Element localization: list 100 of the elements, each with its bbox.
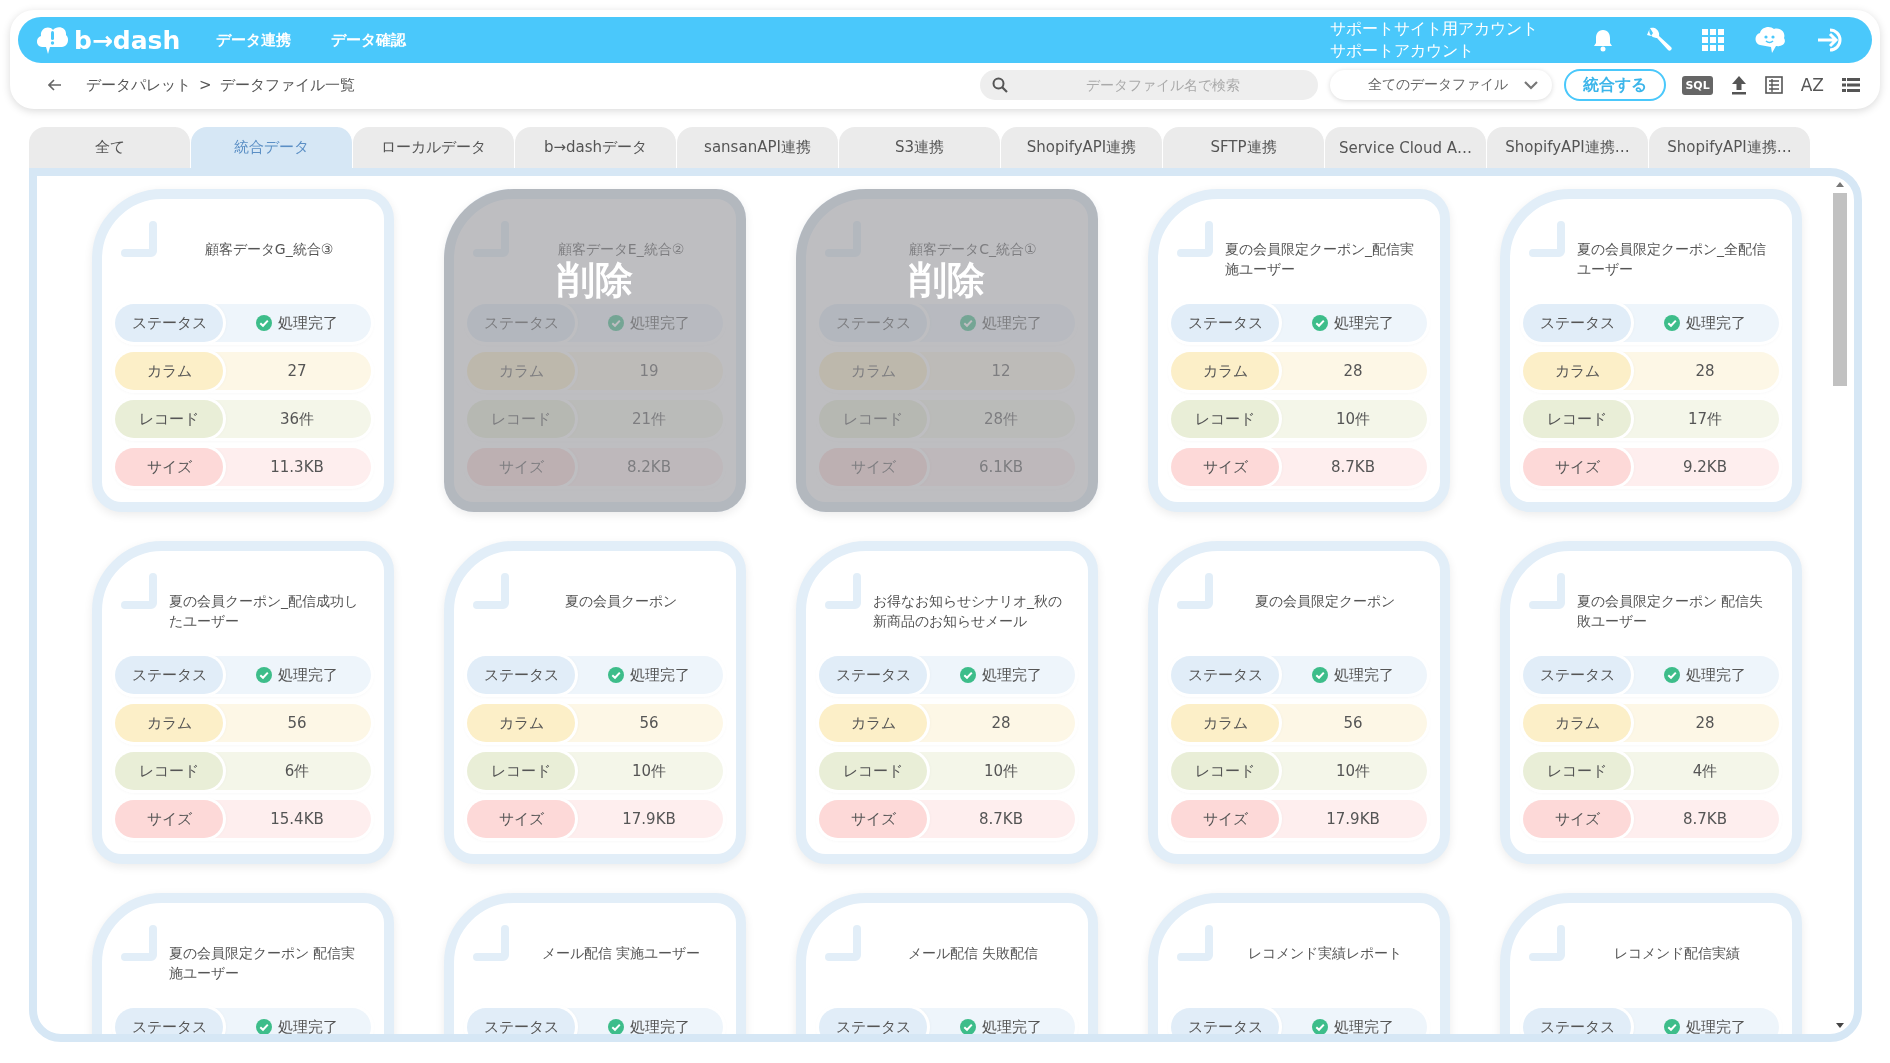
stat-label: レコード	[819, 752, 927, 790]
stat-value: 処理完了	[278, 313, 338, 333]
stat-value: 8.7KB	[1331, 458, 1375, 476]
stat-value: 10件	[1335, 761, 1371, 781]
stat-label: レコード	[819, 400, 927, 438]
check-circle-icon	[1312, 667, 1328, 683]
stat-label: サイズ	[1523, 448, 1631, 486]
breadcrumb-link[interactable]: データパレット	[86, 75, 191, 95]
back-arrow-icon[interactable]	[48, 79, 62, 91]
stat-value: 8.7KB	[1683, 810, 1727, 828]
upload-icon[interactable]	[1730, 75, 1747, 95]
stat-value: 28	[991, 714, 1011, 732]
stat-label: カラム	[1171, 704, 1279, 742]
stat-label: サイズ	[467, 800, 575, 838]
check-circle-icon	[256, 667, 272, 683]
tab[interactable]: S3連携	[839, 127, 1001, 168]
stat-label: レコード	[467, 752, 575, 790]
stat-value: 56	[639, 714, 659, 732]
file-card[interactable]: 夏の会員クーポン_配信成功したユーザー ステータス 処理完了 カラム 56 レコード 6件 サイズ 15.4KB	[92, 541, 394, 864]
search-icon	[992, 77, 1009, 93]
filter-dropdown[interactable]: 全てのデータファイル	[1330, 70, 1553, 100]
page-corner-icon	[121, 925, 159, 963]
sort-button[interactable]: AZ	[1800, 75, 1824, 95]
tab[interactable]: b→dashデータ	[515, 127, 677, 168]
tab[interactable]: Service Cloud A…	[1325, 127, 1487, 168]
stat-value: 処理完了	[982, 665, 1042, 685]
stat-value: 処理完了	[630, 313, 690, 333]
file-card[interactable]: 顧客データG_統合③ ステータス 処理完了 カラム 27 レコード 36件 サイズ 11.3KB	[92, 189, 394, 512]
stat-label: カラム	[1171, 352, 1279, 390]
check-circle-icon	[608, 667, 624, 683]
file-title: レコメンド実績レポート	[1248, 944, 1402, 963]
scroll-up-arrow-icon[interactable]	[1836, 182, 1844, 187]
check-circle-icon	[960, 667, 976, 683]
page-corner-icon	[1177, 221, 1215, 259]
tab[interactable]: ShopifyAPI連携…	[1487, 127, 1649, 168]
stat-label: カラム	[115, 352, 223, 390]
stat-value: 9.2KB	[1683, 458, 1727, 476]
tab[interactable]: sansanAPI連携	[677, 127, 839, 168]
stat-value: 36件	[279, 409, 315, 429]
stat-value: 処理完了	[1334, 313, 1394, 333]
stat-label: カラム	[1523, 352, 1631, 390]
file-card[interactable]: メール配信 失敗配信 ステータス 処理完了	[796, 893, 1098, 1034]
page-corner-icon	[1177, 925, 1215, 963]
stat-label: サイズ	[1523, 800, 1631, 838]
file-card[interactable]: 夏の会員クーポン ステータス 処理完了 カラム 56 レコード 10件 サイズ 17.9KB	[444, 541, 746, 864]
file-card[interactable]: 夏の会員限定クーポン 配信失敗ユーザー ステータス 処理完了 カラム 28 レコード 4件 サイズ 8.7KB	[1500, 541, 1802, 864]
check-circle-icon	[960, 315, 976, 331]
stat-value: 15.4KB	[270, 810, 324, 828]
file-card[interactable]: 夏の会員限定クーポン ステータス 処理完了 カラム 56 レコード 10件 サイズ 17.9KB	[1148, 541, 1450, 864]
file-card[interactable]: お得なお知らせシナリオ_秋の新商品のお知らせメール ステータス 処理完了 カラム 28 レコード 10件 サイズ 8.7KB	[796, 541, 1098, 864]
stat-label: ステータス	[819, 1008, 927, 1034]
file-title: 夏の会員限定クーポン 配信失敗ユーザー	[1577, 592, 1765, 631]
file-card[interactable]: 夏の会員限定クーポン_全配信ユーザー ステータス 処理完了 カラム 28 レコード 17件 サイズ 9.2KB	[1500, 189, 1802, 512]
stat-value: 処理完了	[278, 665, 338, 685]
tab[interactable]: ShopifyAPI連携…	[1649, 127, 1811, 168]
page-corner-icon	[473, 925, 511, 963]
file-card[interactable]: レコメンド配信実績 ステータス 処理完了	[1500, 893, 1802, 1034]
stat-value: 処理完了	[1334, 1017, 1394, 1034]
stat-value: 21件	[631, 409, 667, 429]
deleted-label: 削除	[557, 260, 633, 300]
scrollbar-thumb[interactable]	[1833, 193, 1847, 386]
scroll-down-arrow-icon[interactable]	[1836, 1023, 1844, 1028]
breadcrumb-separator: >	[199, 76, 212, 94]
stat-label: ステータス	[467, 656, 575, 694]
sql-button[interactable]: SQL	[1682, 75, 1713, 95]
check-circle-icon	[1664, 667, 1680, 683]
stat-label: ステータス	[1171, 1008, 1279, 1034]
tab[interactable]: 全て	[29, 127, 191, 168]
stat-label: サイズ	[1171, 448, 1279, 486]
stat-value: 処理完了	[982, 1017, 1042, 1034]
page-corner-icon	[121, 573, 159, 611]
file-card[interactable]: メール配信 実施ユーザー ステータス 処理完了	[444, 893, 746, 1034]
file-card[interactable]: 夏の会員限定クーポン 配信実施ユーザー ステータス 処理完了	[92, 893, 394, 1034]
list-icon[interactable]	[1842, 77, 1860, 93]
tab[interactable]: ローカルデータ	[353, 127, 515, 168]
stat-value: 8.2KB	[627, 458, 671, 476]
stat-label: ステータス	[819, 304, 927, 342]
stat-label: ステータス	[1171, 304, 1279, 342]
file-card[interactable]: レコメンド実績レポート ステータス 処理完了	[1148, 893, 1450, 1034]
stat-label: ステータス	[1523, 656, 1631, 694]
check-circle-icon	[1312, 315, 1328, 331]
stat-label: カラム	[467, 352, 575, 390]
table-icon[interactable]	[1764, 76, 1783, 94]
tab[interactable]: ShopifyAPI連携	[1001, 127, 1163, 168]
tab[interactable]: SFTP連携	[1163, 127, 1325, 168]
file-card[interactable]: 夏の会員限定クーポン_配信実施ユーザー ステータス 処理完了 カラム 28 レコード 10件 サイズ 8.7KB	[1148, 189, 1450, 512]
file-title: 夏の会員クーポン	[565, 592, 677, 611]
stat-label: サイズ	[819, 800, 927, 838]
stat-value: 28	[1695, 714, 1715, 732]
stat-value: 17.9KB	[622, 810, 676, 828]
file-title: 夏の会員クーポン_配信成功したユーザー	[169, 592, 359, 631]
stat-label: カラム	[467, 704, 575, 742]
search-field[interactable]: データファイル名で検索	[980, 70, 1319, 100]
stat-value: 28件	[983, 409, 1019, 429]
file-title: レコメンド配信実績	[1614, 944, 1740, 963]
check-circle-icon	[256, 315, 272, 331]
check-circle-icon	[608, 315, 624, 331]
file-title: お得なお知らせシナリオ_秋の新商品のお知らせメール	[873, 592, 1063, 631]
stat-label: レコード	[1171, 752, 1279, 790]
stat-label: カラム	[819, 704, 927, 742]
